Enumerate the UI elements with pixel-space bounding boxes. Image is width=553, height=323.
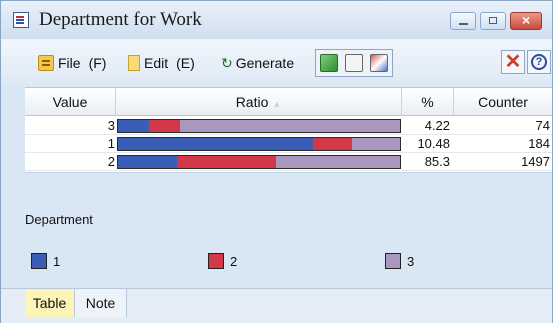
column-header-ratio-label: Ratio — [235, 94, 269, 110]
ratio-bar — [117, 119, 401, 133]
generate-menu-label: Generate — [235, 55, 295, 71]
distribution-table: Value Ratio ▲ % Counter 3 4.22 74 1 10.48… — [25, 87, 552, 201]
close-output-button[interactable]: ✕ — [501, 50, 525, 74]
app-window: Department for Work × File (F) Edit (E) … — [0, 0, 553, 323]
ratio-segment-2 — [312, 138, 353, 150]
ratio-segment-3 — [352, 138, 400, 150]
ratio-bar — [117, 137, 401, 151]
ratio-segment-2 — [149, 120, 181, 132]
edit-menu-label: Edit — [144, 55, 169, 71]
table-row[interactable]: 1 10.48 184 — [25, 135, 552, 153]
ratio-segment-1 — [118, 120, 150, 132]
row-counter: 1497 — [521, 154, 550, 169]
row-percent: 85.3 — [424, 154, 450, 169]
edit-menu[interactable]: Edit (E) — [128, 53, 195, 73]
file-menu-label: File — [58, 55, 81, 71]
tab-bar: Table Note — [1, 288, 552, 323]
maximize-icon — [489, 17, 497, 24]
print-icon[interactable] — [344, 54, 363, 72]
legend-label: 1 — [53, 253, 61, 269]
export-image-icon[interactable] — [319, 54, 338, 72]
column-header-value[interactable]: Value — [25, 88, 116, 116]
legend-item: 3 — [385, 252, 414, 270]
table-empty-area — [25, 172, 552, 201]
help-button[interactable]: ? — [527, 50, 551, 74]
image-button-group — [315, 49, 393, 77]
column-header-ratio[interactable]: Ratio ▲ — [116, 88, 402, 116]
table-row[interactable]: 2 85.3 1497 — [25, 153, 552, 171]
ratio-bar — [117, 155, 401, 169]
sort-arrow-icon: ▲ — [272, 99, 282, 109]
file-menu-accel: (F) — [88, 55, 107, 71]
legend-swatch — [31, 253, 47, 269]
window-title: Department for Work — [39, 9, 202, 30]
ratio-segment-3 — [275, 156, 400, 168]
ratio-segment-2 — [177, 156, 276, 168]
window-close-button[interactable]: × — [510, 12, 542, 30]
row-value: 2 — [107, 154, 115, 169]
file-icon — [38, 55, 54, 71]
help-icon: ? — [531, 54, 547, 70]
ratio-segment-1 — [118, 156, 178, 168]
tab-note[interactable]: Note — [75, 289, 127, 317]
app-icon — [13, 12, 29, 28]
legend-item: 1 — [31, 252, 60, 270]
legend-swatch — [385, 253, 401, 269]
edit-menu-accel: (E) — [176, 55, 195, 71]
red-x-icon: ✕ — [504, 51, 522, 73]
edit-icon — [128, 55, 140, 71]
row-counter: 74 — [535, 118, 550, 133]
ratio-segment-3 — [180, 120, 400, 132]
column-header-percent[interactable]: % — [402, 88, 454, 116]
minimize-icon — [459, 23, 468, 25]
row-value: 3 — [107, 118, 115, 133]
legend-swatch — [208, 253, 224, 269]
ratio-segment-1 — [118, 138, 313, 150]
legend-panel: Department 1 2 3 — [1, 199, 552, 289]
row-value: 1 — [107, 136, 115, 151]
legend-label: 2 — [230, 253, 238, 269]
table-row[interactable]: 3 4.22 74 — [25, 117, 552, 135]
close-icon: × — [522, 12, 531, 28]
generate-icon: ↻ — [221, 54, 233, 71]
generate-menu[interactable]: ↻ Generate — [221, 53, 294, 73]
row-percent: 10.48 — [417, 136, 450, 151]
toolbar: File (F) Edit (E) ↻ Generate ✕ ? — [1, 39, 552, 87]
tab-table[interactable]: Table — [25, 289, 75, 317]
legend-label: 3 — [407, 253, 415, 269]
column-header-counter[interactable]: Counter — [454, 88, 552, 116]
row-counter: 184 — [528, 136, 550, 151]
file-menu[interactable]: File (F) — [38, 53, 106, 73]
maximize-button[interactable] — [480, 12, 506, 30]
row-percent: 4.22 — [424, 118, 450, 133]
minimize-button[interactable] — [450, 12, 476, 30]
title-bar[interactable]: Department for Work × — [1, 1, 552, 39]
legend-title: Department — [25, 212, 93, 227]
legend-item: 2 — [208, 252, 237, 270]
settings-tag-icon[interactable] — [370, 54, 389, 72]
